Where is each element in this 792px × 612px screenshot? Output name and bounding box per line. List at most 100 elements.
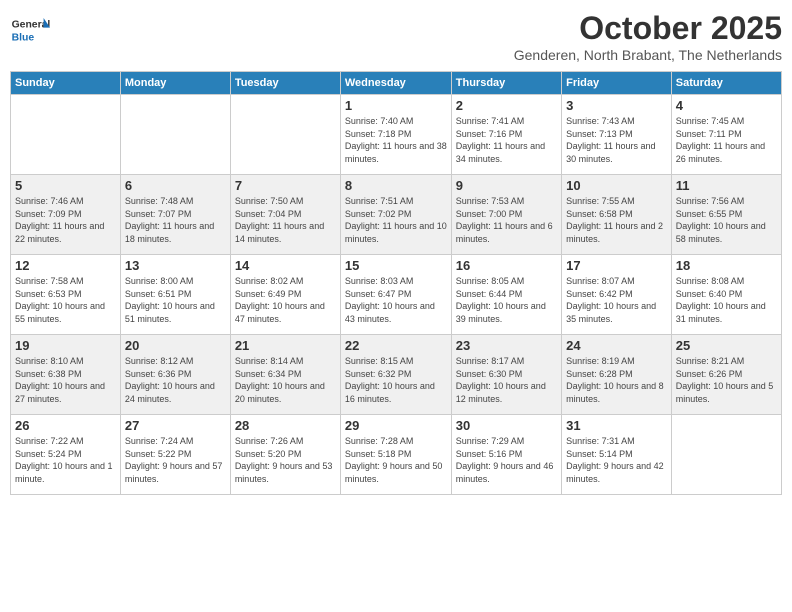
calendar-cell: 23 Sunrise: 8:17 AMSunset: 6:30 PMDayligh… [451,335,561,415]
day-info: Sunrise: 8:05 AMSunset: 6:44 PMDaylight:… [456,275,557,325]
calendar-cell: 29 Sunrise: 7:28 AMSunset: 5:18 PMDayligh… [340,415,451,495]
location-title: Genderen, North Brabant, The Netherlands [514,47,782,63]
day-number: 29 [345,418,447,433]
calendar-cell [11,95,121,175]
day-number: 28 [235,418,336,433]
day-info: Sunrise: 7:45 AMSunset: 7:11 PMDaylight:… [676,115,777,165]
day-info: Sunrise: 7:24 AMSunset: 5:22 PMDaylight:… [125,435,226,485]
day-number: 2 [456,98,557,113]
day-info: Sunrise: 8:08 AMSunset: 6:40 PMDaylight:… [676,275,777,325]
day-info: Sunrise: 8:19 AMSunset: 6:28 PMDaylight:… [566,355,667,405]
calendar-cell: 13 Sunrise: 8:00 AMSunset: 6:51 PMDayligh… [120,255,230,335]
calendar-cell: 1 Sunrise: 7:40 AMSunset: 7:18 PMDaylight… [340,95,451,175]
svg-text:Blue: Blue [12,32,35,43]
calendar-cell: 10 Sunrise: 7:55 AMSunset: 6:58 PMDayligh… [562,175,672,255]
calendar-cell: 3 Sunrise: 7:43 AMSunset: 7:13 PMDaylight… [562,95,672,175]
calendar-cell: 6Sunrise: 7:48 AMSunset: 7:07 PMDaylight… [120,175,230,255]
day-number: 23 [456,338,557,353]
calendar-cell: 30 Sunrise: 7:29 AMSunset: 5:16 PMDayligh… [451,415,561,495]
day-info: Sunrise: 7:28 AMSunset: 5:18 PMDaylight:… [345,435,447,485]
calendar-cell: 18 Sunrise: 8:08 AMSunset: 6:40 PMDayligh… [671,255,781,335]
day-number: 22 [345,338,447,353]
day-number: 1 [345,98,447,113]
day-number: 11 [676,178,777,193]
calendar-cell: 5 Sunrise: 7:46 AMSunset: 7:09 PMDaylight… [11,175,121,255]
day-info: Sunrise: 7:55 AMSunset: 6:58 PMDaylight:… [566,195,667,245]
day-number: 15 [345,258,447,273]
day-number: 21 [235,338,336,353]
calendar-cell: 12Sunrise: 7:58 AMSunset: 6:53 PMDayligh… [11,255,121,335]
calendar-cell: 31Sunrise: 7:31 AMSunset: 5:14 PMDayligh… [562,415,672,495]
day-info: Sunrise: 8:10 AMSunset: 6:38 PMDaylight:… [15,355,116,405]
day-number: 8 [345,178,447,193]
day-header-thursday: Thursday [451,72,561,95]
day-info: Sunrise: 8:14 AMSunset: 6:34 PMDaylight:… [235,355,336,405]
day-number: 25 [676,338,777,353]
day-number: 18 [676,258,777,273]
calendar-cell: 15 Sunrise: 8:03 AMSunset: 6:47 PMDayligh… [340,255,451,335]
day-header-friday: Friday [562,72,672,95]
day-number: 4 [676,98,777,113]
day-info: Sunrise: 7:22 AMSunset: 5:24 PMDaylight:… [15,435,116,485]
calendar-cell: 19 Sunrise: 8:10 AMSunset: 6:38 PMDayligh… [11,335,121,415]
day-info: Sunrise: 7:51 AMSunset: 7:02 PMDaylight:… [345,195,447,245]
day-header-saturday: Saturday [671,72,781,95]
day-header-monday: Monday [120,72,230,95]
calendar-cell: 7 Sunrise: 7:50 AMSunset: 7:04 PMDaylight… [230,175,340,255]
day-number: 26 [15,418,116,433]
page-header: General Blue October 2025 Genderen, Nort… [10,10,782,63]
calendar-cell: 24 Sunrise: 8:19 AMSunset: 6:28 PMDayligh… [562,335,672,415]
month-title: October 2025 [514,10,782,47]
day-info: Sunrise: 8:02 AMSunset: 6:49 PMDaylight:… [235,275,336,325]
day-info: Sunrise: 8:15 AMSunset: 6:32 PMDaylight:… [345,355,447,405]
day-info: Sunrise: 8:03 AMSunset: 6:47 PMDaylight:… [345,275,447,325]
day-header-tuesday: Tuesday [230,72,340,95]
calendar-cell: 26 Sunrise: 7:22 AMSunset: 5:24 PMDayligh… [11,415,121,495]
calendar-cell: 4 Sunrise: 7:45 AMSunset: 7:11 PMDaylight… [671,95,781,175]
day-info: Sunrise: 7:41 AMSunset: 7:16 PMDaylight:… [456,115,557,165]
day-info: Sunrise: 8:00 AMSunset: 6:51 PMDaylight:… [125,275,226,325]
day-number: 13 [125,258,226,273]
calendar-cell: 17 Sunrise: 8:07 AMSunset: 6:42 PMDayligh… [562,255,672,335]
calendar-cell: 14Sunrise: 8:02 AMSunset: 6:49 PMDayligh… [230,255,340,335]
day-number: 7 [235,178,336,193]
calendar-table: SundayMondayTuesdayWednesdayThursdayFrid… [10,71,782,495]
calendar-cell: 22 Sunrise: 8:15 AMSunset: 6:32 PMDayligh… [340,335,451,415]
calendar-cell: 11 Sunrise: 7:56 AMSunset: 6:55 PMDayligh… [671,175,781,255]
day-info: Sunrise: 7:29 AMSunset: 5:16 PMDaylight:… [456,435,557,485]
day-number: 16 [456,258,557,273]
day-header-wednesday: Wednesday [340,72,451,95]
day-number: 19 [15,338,116,353]
calendar-cell: 27 Sunrise: 7:24 AMSunset: 5:22 PMDayligh… [120,415,230,495]
day-number: 9 [456,178,557,193]
day-info: Sunrise: 7:40 AMSunset: 7:18 PMDaylight:… [345,115,447,165]
day-number: 30 [456,418,557,433]
day-number: 20 [125,338,226,353]
day-number: 27 [125,418,226,433]
day-info: Sunrise: 7:50 AMSunset: 7:04 PMDaylight:… [235,195,336,245]
calendar-cell: 16 Sunrise: 8:05 AMSunset: 6:44 PMDayligh… [451,255,561,335]
calendar-cell: 21 Sunrise: 8:14 AMSunset: 6:34 PMDayligh… [230,335,340,415]
day-header-sunday: Sunday [11,72,121,95]
logo: General Blue [10,10,54,50]
calendar-cell: 25Sunrise: 8:21 AMSunset: 6:26 PMDayligh… [671,335,781,415]
day-info: Sunrise: 7:26 AMSunset: 5:20 PMDaylight:… [235,435,336,485]
day-info: Sunrise: 8:17 AMSunset: 6:30 PMDaylight:… [456,355,557,405]
day-info: Sunrise: 8:07 AMSunset: 6:42 PMDaylight:… [566,275,667,325]
day-number: 17 [566,258,667,273]
day-info: Sunrise: 7:46 AMSunset: 7:09 PMDaylight:… [15,195,116,245]
day-info: Sunrise: 7:56 AMSunset: 6:55 PMDaylight:… [676,195,777,245]
calendar-cell [671,415,781,495]
day-info: Sunrise: 7:43 AMSunset: 7:13 PMDaylight:… [566,115,667,165]
day-info: Sunrise: 7:58 AMSunset: 6:53 PMDaylight:… [15,275,116,325]
day-info: Sunrise: 7:31 AMSunset: 5:14 PMDaylight:… [566,435,667,485]
day-number: 10 [566,178,667,193]
calendar-cell: 2 Sunrise: 7:41 AMSunset: 7:16 PMDaylight… [451,95,561,175]
day-number: 5 [15,178,116,193]
day-number: 24 [566,338,667,353]
calendar-cell: 28 Sunrise: 7:26 AMSunset: 5:20 PMDayligh… [230,415,340,495]
calendar-cell [230,95,340,175]
title-section: October 2025 Genderen, North Brabant, Th… [514,10,782,63]
calendar-cell: 8 Sunrise: 7:51 AMSunset: 7:02 PMDaylight… [340,175,451,255]
day-number: 3 [566,98,667,113]
